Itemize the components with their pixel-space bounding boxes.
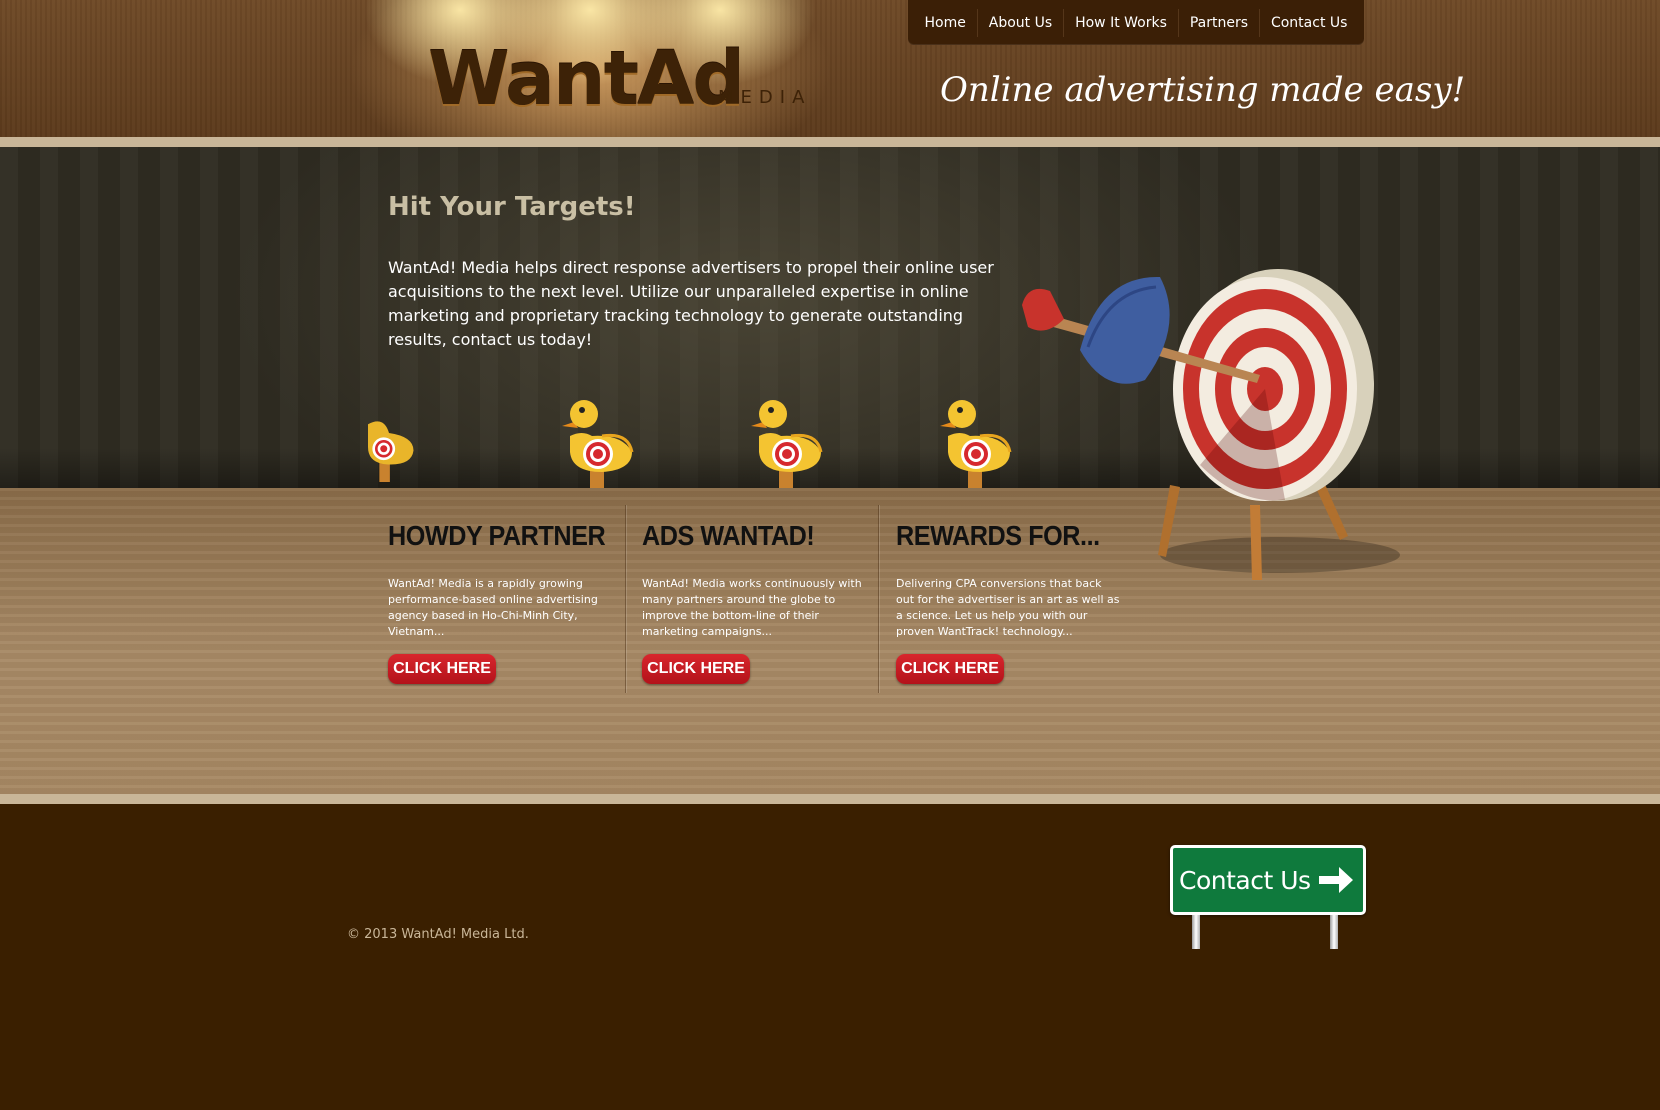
nav-separator: [1259, 8, 1260, 37]
duck-target-icon: [751, 400, 823, 488]
feature-heading: HOWDY PARTNER: [388, 520, 606, 551]
click-here-button[interactable]: CLICK HERE: [388, 654, 496, 684]
column-divider: [878, 505, 879, 693]
footer-divider: [0, 794, 1660, 804]
sign-post: [1192, 915, 1200, 949]
feature-column-partner: HOWDY PARTNER WantAd! Media is a rapidly…: [388, 520, 613, 684]
nav-separator: [976, 8, 978, 37]
nav-about-us[interactable]: About Us: [983, 15, 1058, 31]
feature-text: WantAd! Media is a rapidly growing perfo…: [388, 577, 598, 638]
feature-text: WantAd! Media works continuously with ma…: [642, 577, 862, 638]
hero-description: WantAd! Media helps direct response adve…: [388, 258, 994, 349]
feature-column-ads: ADS WANTAD! WantAd! Media works continuo…: [642, 520, 867, 684]
arrow-right-icon: [1318, 867, 1353, 893]
nav-home[interactable]: Home: [918, 15, 971, 31]
hero-title: Hit Your Targets!: [388, 192, 636, 222]
logo[interactable]: WantAd: [428, 36, 745, 122]
contact-us-sign[interactable]: Contact Us: [1170, 845, 1366, 951]
sign-post: [1330, 915, 1338, 949]
tagline: Online advertising made easy!: [940, 70, 1466, 110]
nav-separator: [1063, 8, 1065, 37]
duck-target-icon: [940, 400, 1012, 488]
feature-heading: ADS WANTAD!: [642, 520, 815, 551]
main-nav: Home About Us How It Works Partners Cont…: [908, 0, 1364, 45]
archery-target-icon: [1022, 269, 1400, 580]
header-divider: [0, 137, 1660, 147]
contact-sign-board: Contact Us: [1170, 845, 1366, 915]
nav-partners[interactable]: Partners: [1184, 15, 1254, 31]
site-header: [0, 0, 1660, 140]
contact-sign-label: Contact Us: [1179, 865, 1311, 895]
nav-contact-us[interactable]: Contact Us: [1265, 15, 1353, 31]
click-here-button[interactable]: CLICK HERE: [896, 654, 1004, 684]
nav-how-it-works[interactable]: How It Works: [1069, 15, 1173, 31]
column-divider: [625, 505, 626, 693]
nav-separator: [1177, 8, 1179, 37]
logo-subtitle: MEDIA: [718, 87, 812, 108]
click-here-button[interactable]: CLICK HERE: [642, 654, 750, 684]
copyright-text: © 2013 WantAd! Media Ltd.: [347, 927, 529, 942]
duck-target-icon: [562, 400, 634, 488]
hero-floor-shadow: [0, 448, 1660, 488]
duck-target-icon: [368, 421, 414, 482]
